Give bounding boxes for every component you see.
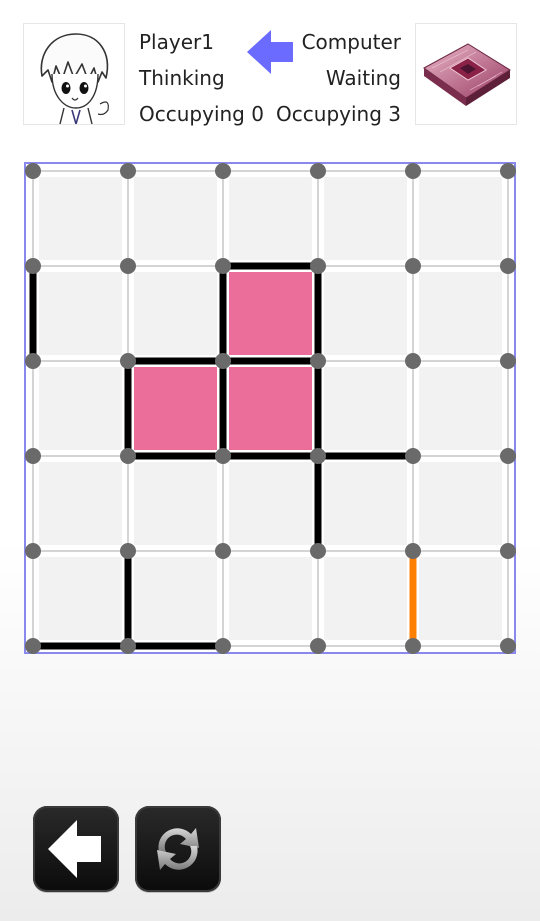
board-dot bbox=[25, 258, 41, 274]
claimed-box-computer bbox=[134, 367, 217, 450]
board-cell[interactable] bbox=[39, 177, 122, 260]
board-cell[interactable] bbox=[39, 367, 122, 450]
board-dot bbox=[25, 163, 41, 179]
board-dot bbox=[405, 258, 421, 274]
board-cell[interactable] bbox=[419, 177, 502, 260]
board-dot bbox=[120, 638, 136, 654]
board-dot bbox=[310, 258, 326, 274]
board-cell[interactable] bbox=[229, 462, 312, 545]
board-dot bbox=[120, 163, 136, 179]
arrow-left-icon bbox=[48, 820, 101, 878]
board-dot bbox=[500, 353, 516, 369]
board-cell[interactable] bbox=[39, 272, 122, 355]
board-dot bbox=[405, 163, 421, 179]
board-cell[interactable] bbox=[324, 462, 407, 545]
claimed-box-computer bbox=[229, 367, 312, 450]
board-dot bbox=[215, 448, 231, 464]
board-dot bbox=[310, 448, 326, 464]
board-dot bbox=[310, 353, 326, 369]
board-dot bbox=[215, 638, 231, 654]
board-cell[interactable] bbox=[419, 367, 502, 450]
refresh-arrows-icon bbox=[157, 828, 199, 870]
board-cell[interactable] bbox=[229, 557, 312, 640]
board-dot bbox=[310, 163, 326, 179]
board-dot bbox=[405, 353, 421, 369]
board-dot bbox=[25, 448, 41, 464]
board-cell[interactable] bbox=[419, 462, 502, 545]
board-cell[interactable] bbox=[134, 272, 217, 355]
board-dot bbox=[120, 448, 136, 464]
board-dot bbox=[310, 543, 326, 559]
board-dot bbox=[405, 448, 421, 464]
board-cell[interactable] bbox=[324, 367, 407, 450]
board-dot bbox=[120, 258, 136, 274]
board-dot bbox=[215, 353, 231, 369]
restart-button[interactable] bbox=[135, 806, 221, 892]
board-cell[interactable] bbox=[324, 557, 407, 640]
board-dot bbox=[215, 543, 231, 559]
board-dot bbox=[500, 448, 516, 464]
board-dot bbox=[405, 638, 421, 654]
board-cell[interactable] bbox=[39, 557, 122, 640]
board-cell[interactable] bbox=[324, 272, 407, 355]
board-dot bbox=[120, 543, 136, 559]
board-dot bbox=[405, 543, 421, 559]
board-cell[interactable] bbox=[229, 177, 312, 260]
board-cell[interactable] bbox=[419, 272, 502, 355]
board-cell[interactable] bbox=[134, 557, 217, 640]
back-button[interactable] bbox=[33, 806, 119, 892]
board-dot bbox=[500, 543, 516, 559]
board-dot bbox=[500, 258, 516, 274]
board-dot bbox=[25, 353, 41, 369]
board-dot bbox=[310, 638, 326, 654]
board-dot bbox=[25, 543, 41, 559]
board-dot bbox=[215, 163, 231, 179]
board-dot bbox=[25, 638, 41, 654]
claimed-box-computer bbox=[229, 272, 312, 355]
game-board[interactable] bbox=[0, 0, 540, 700]
board-cell[interactable] bbox=[324, 177, 407, 260]
board-cell[interactable] bbox=[419, 557, 502, 640]
board-dot bbox=[500, 163, 516, 179]
board-dot bbox=[500, 638, 516, 654]
board-dot bbox=[215, 258, 231, 274]
board-cell[interactable] bbox=[134, 177, 217, 260]
board-dot bbox=[120, 353, 136, 369]
board-cell[interactable] bbox=[134, 462, 217, 545]
board-cell[interactable] bbox=[39, 462, 122, 545]
